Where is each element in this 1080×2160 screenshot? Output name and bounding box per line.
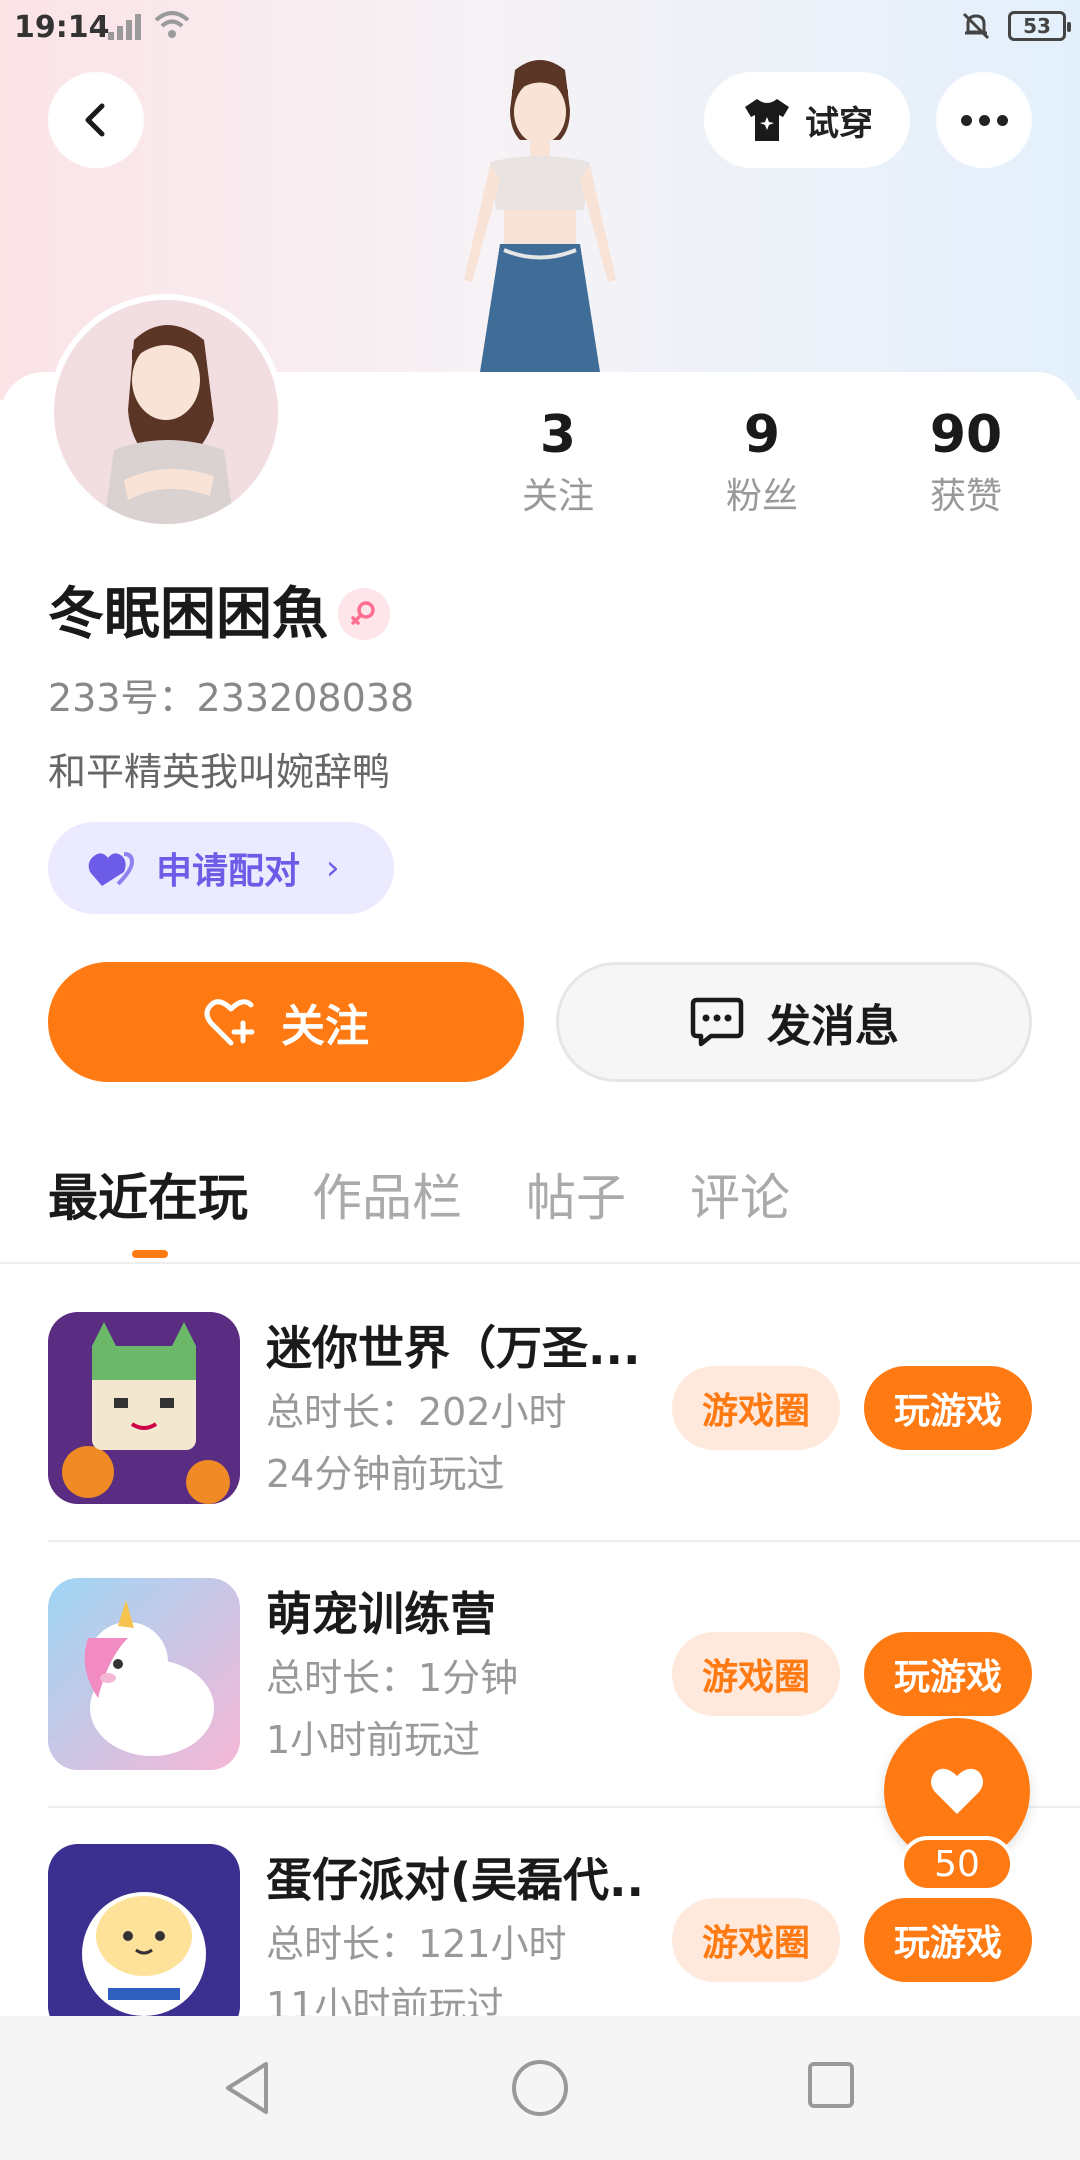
system-nav-bar bbox=[0, 2016, 1080, 2160]
apply-pair-label: 申请配对 bbox=[156, 851, 301, 892]
try-on-label: 试穿 bbox=[805, 103, 873, 144]
game-last-played: 24分钟前玩过 bbox=[266, 1452, 505, 1496]
stat-label: 粉丝 bbox=[725, 476, 798, 517]
nav-home-icon[interactable] bbox=[512, 2060, 568, 2116]
stat-likes[interactable]: 90 获赞 bbox=[896, 400, 1036, 524]
game-last-played: 11小时前玩过 bbox=[266, 1984, 505, 2016]
heart-plus-icon bbox=[204, 999, 255, 1046]
play-game-button[interactable]: 玩游戏 bbox=[864, 1632, 1032, 1716]
status-bar: 19:14 53 bbox=[0, 0, 1080, 56]
chat-icon bbox=[690, 997, 744, 1047]
heart-icon bbox=[931, 1768, 983, 1814]
like-count-badge: 50 bbox=[900, 1836, 1014, 1892]
stat-value: 9 bbox=[743, 405, 781, 465]
game-circle-button[interactable]: 游戏圈 bbox=[672, 1898, 840, 1982]
user-bio: 和平精英我叫婉辞鸭 bbox=[48, 750, 391, 794]
play-game-button[interactable]: 玩游戏 bbox=[864, 1898, 1032, 1982]
stat-followers[interactable]: 9 粉丝 bbox=[692, 400, 832, 524]
battery-icon: 53 bbox=[1008, 11, 1071, 41]
tab-recently-played[interactable]: 最近在玩 bbox=[48, 1160, 248, 1236]
stat-label: 关注 bbox=[521, 476, 594, 517]
more-button[interactable] bbox=[936, 72, 1032, 168]
status-time: 19:14 bbox=[14, 10, 110, 45]
female-icon bbox=[338, 588, 390, 640]
send-message-button[interactable]: 发消息 bbox=[556, 962, 1032, 1082]
game-icon bbox=[48, 1844, 240, 2016]
character-figure bbox=[464, 60, 616, 372]
play-game-button[interactable]: 玩游戏 bbox=[864, 1366, 1032, 1450]
back-button[interactable] bbox=[48, 72, 144, 168]
game-name: 迷你世界（万圣... bbox=[266, 1321, 641, 1375]
game-circle-button[interactable]: 游戏圈 bbox=[672, 1366, 840, 1450]
game-duration: 总时长：1分钟 bbox=[266, 1656, 519, 1700]
follow-button[interactable]: 关注 bbox=[48, 962, 524, 1082]
game-duration: 总时长：121小时 bbox=[266, 1922, 567, 1966]
try-on-button[interactable]: 试穿 bbox=[704, 72, 910, 168]
back-icon bbox=[85, 103, 105, 137]
nav-back-icon[interactable] bbox=[222, 2060, 272, 2116]
game-last-played: 1小时前玩过 bbox=[266, 1718, 481, 1762]
stat-following[interactable]: 3 关注 bbox=[488, 400, 628, 524]
nav-recents-icon[interactable] bbox=[808, 2062, 854, 2108]
pair-heart-icon bbox=[88, 852, 135, 886]
signal-icon bbox=[108, 10, 144, 40]
game-name: 萌宠训练营 bbox=[266, 1587, 496, 1641]
chevron-right-icon: › bbox=[326, 848, 340, 888]
game-list-item[interactable]: 迷你世界（万圣... 总时长：202小时 24分钟前玩过 游戏圈 玩游戏 bbox=[0, 1266, 1080, 1532]
game-name: 蛋仔派对(吴磊代... bbox=[266, 1853, 646, 1907]
user-id: 233号：233208038 bbox=[48, 676, 415, 720]
profile-tabs: 最近在玩 作品栏 帖子 评论 bbox=[48, 1160, 854, 1236]
tab-works[interactable]: 作品栏 bbox=[312, 1160, 462, 1236]
game-duration: 总时长：202小时 bbox=[266, 1390, 567, 1434]
tshirt-icon bbox=[745, 99, 789, 141]
stat-label: 获赞 bbox=[929, 476, 1002, 517]
bell-muted-icon bbox=[962, 12, 990, 40]
game-icon bbox=[48, 1312, 240, 1504]
tab-comments[interactable]: 评论 bbox=[690, 1160, 790, 1236]
tab-posts[interactable]: 帖子 bbox=[526, 1160, 626, 1236]
avatar-image bbox=[54, 300, 278, 524]
game-circle-button[interactable]: 游戏圈 bbox=[672, 1632, 840, 1716]
stat-value: 90 bbox=[929, 405, 1003, 465]
active-tab-indicator bbox=[132, 1250, 168, 1258]
username: 冬眠困困魚 bbox=[48, 582, 328, 647]
send-message-label: 发消息 bbox=[767, 1001, 899, 1052]
follow-label: 关注 bbox=[281, 1001, 369, 1052]
apply-pair-button[interactable]: 申请配对 › bbox=[48, 822, 394, 914]
wifi-icon bbox=[154, 11, 190, 38]
stat-value: 3 bbox=[539, 405, 577, 465]
game-icon bbox=[48, 1578, 240, 1770]
more-icon bbox=[960, 114, 1008, 126]
divider bbox=[0, 1262, 1080, 1264]
avatar[interactable] bbox=[48, 294, 284, 530]
